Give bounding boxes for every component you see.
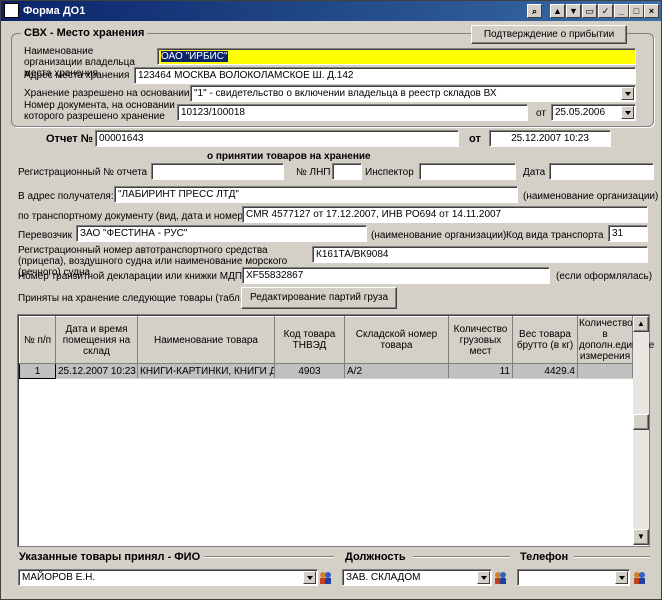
accepted-value: МАЙОРОВ Е.Н. xyxy=(22,572,96,583)
basis-label: Хранение разрешено на основании xyxy=(24,88,190,99)
chevron-down-icon[interactable] xyxy=(615,571,628,584)
inspector-label: Инспектор xyxy=(365,167,414,178)
vertical-scrollbar[interactable]: ▲ ▼ xyxy=(633,316,649,545)
app-icon xyxy=(4,3,19,18)
transit-label: Номер транзитной декларации или книжки М… xyxy=(18,271,243,282)
table-cell[interactable]: 4429.4 xyxy=(512,363,578,379)
carrier-hint: (наименование организации) xyxy=(371,230,507,241)
goods-label: Приняты на хранение следующие товары (та… xyxy=(18,293,246,304)
regnum-label: Регистрационный № отчета xyxy=(18,167,148,178)
org-field[interactable]: ОАО "ИРБИС" xyxy=(157,48,636,65)
report-from-label: от xyxy=(469,133,481,145)
col-header-places[interactable]: Количество грузовых мест xyxy=(448,316,513,364)
table-cell[interactable] xyxy=(577,363,633,379)
chevron-down-icon[interactable] xyxy=(477,571,490,584)
position-select[interactable]: ЗАВ. СКЛАДОМ xyxy=(342,569,492,586)
separator xyxy=(204,556,334,558)
people-icon[interactable] xyxy=(319,571,332,584)
docdate-field[interactable]: 25.05.2006 xyxy=(551,104,636,121)
scroll-up-icon[interactable]: ▲ xyxy=(633,316,649,332)
chevron-down-icon[interactable] xyxy=(621,87,634,100)
basis-select[interactable]: "1" - свидетельство о включении владельц… xyxy=(190,85,636,102)
address-label: Адрес места хранения xyxy=(24,70,130,81)
transit-field[interactable]: XF55832867 xyxy=(242,267,550,284)
inspector-field[interactable] xyxy=(419,163,516,180)
transport-doc-label: по транспортному документу (вид, дата и … xyxy=(18,211,247,222)
accepted-select[interactable]: МАЙОРОВ Е.Н. xyxy=(18,569,318,586)
col-header-datetime[interactable]: Дата и время помещения на склад xyxy=(55,316,138,364)
transport-code-label: Код вида транспорта xyxy=(506,230,604,241)
table-cell[interactable]: 25.12.2007 10:23 xyxy=(55,363,138,379)
date-field[interactable] xyxy=(549,163,654,180)
transport-doc-field[interactable]: CMR 4577127 от 17.12.2007, ИНВ РО694 от … xyxy=(242,206,648,223)
docnum-field[interactable]: 10123/100018 xyxy=(177,104,528,121)
table-cell[interactable]: A/2 xyxy=(344,363,449,379)
lnp-field[interactable] xyxy=(332,163,362,180)
position-title: Должность xyxy=(345,551,406,563)
table-cell[interactable]: 1 xyxy=(19,363,56,379)
minimize-button[interactable]: _ xyxy=(614,4,629,18)
col-header-extra-qty[interactable]: Количество в дополн.единице измерения xyxy=(577,316,654,364)
date-label: Дата xyxy=(523,167,546,178)
table-row[interactable]: 1 25.12.2007 10:23 КНИГИ-КАРТИНКИ, КНИГИ… xyxy=(19,363,633,379)
window-title: Форма ДО1 xyxy=(23,5,86,17)
maximize-button[interactable]: □ xyxy=(629,4,644,18)
chevron-down-icon[interactable] xyxy=(621,106,634,119)
close-button[interactable]: × xyxy=(644,4,659,18)
address-field[interactable]: 123464 МОСКВА ВОЛОКОЛАМСКОЕ Ш. Д.142 xyxy=(134,67,636,84)
docdate-value: 25.05.2006 xyxy=(555,107,606,118)
phone-select[interactable] xyxy=(517,569,630,586)
confirm-arrival-button[interactable]: Подтверждение о прибытии xyxy=(471,25,627,44)
org-value: ОАО "ИРБИС" xyxy=(161,51,228,62)
people-icon[interactable] xyxy=(633,571,646,584)
chevron-down-icon[interactable] xyxy=(303,571,316,584)
phone-title: Телефон xyxy=(520,551,569,563)
vehicle-field[interactable]: К161ТА/ВК9084 xyxy=(312,246,648,263)
report-label: Отчет № xyxy=(46,133,94,145)
col-header-weight[interactable]: Вес товара брутто (в кг) xyxy=(512,316,578,364)
docnum-label: Номер документа, на основании которого р… xyxy=(24,100,175,122)
scroll-down-icon[interactable]: ▼ xyxy=(633,529,649,545)
svh-group-title: СВХ - Место хранения xyxy=(21,27,148,39)
report-subtitle: о принятии товаров на хранение xyxy=(207,151,371,162)
table-cell[interactable]: 11 xyxy=(448,363,513,379)
receiver-hint: (наименование организации) xyxy=(523,191,659,202)
position-value: ЗАВ. СКЛАДОМ xyxy=(346,572,421,583)
regnum-field[interactable] xyxy=(151,163,284,180)
search-icon[interactable]: ⌕ xyxy=(527,4,542,18)
report-number-field[interactable]: 00001643 xyxy=(95,130,459,147)
separator xyxy=(574,556,650,558)
accepted-title: Указанные товары принял - ФИО xyxy=(19,551,201,563)
transit-hint: (если оформлялась) xyxy=(556,271,653,282)
carrier-label: Перевозчик xyxy=(18,230,72,241)
carrier-field[interactable]: ЗАО "ФЕСТИНА - РУС" xyxy=(76,225,367,242)
col-header-warehouse-num[interactable]: Складской номер товара xyxy=(344,316,449,364)
col-header-name[interactable]: Наименование товара xyxy=(137,316,275,364)
col-header-num[interactable]: № п/п xyxy=(19,316,56,364)
basis-value: "1" - свидетельство о включении владельц… xyxy=(194,88,497,99)
form-window: Форма ДО1 ⌕ ▲ ▼ ▭ ✓ _ □ × СВХ - Место хр… xyxy=(0,0,662,600)
table-cell[interactable]: КНИГИ-КАРТИНКИ, КНИГИ Д xyxy=(137,363,275,379)
table-cell[interactable]: 4903 xyxy=(274,363,345,379)
goods-table: № п/п Дата и время помещения на склад На… xyxy=(19,316,654,379)
transport-code-field[interactable]: 31 xyxy=(608,225,648,242)
docdate-from-label: от xyxy=(536,108,546,119)
arrow-up-icon[interactable]: ▲ xyxy=(550,4,565,18)
people-icon[interactable] xyxy=(494,571,507,584)
goods-table-container: № п/п Дата и время помещения на склад На… xyxy=(17,314,654,547)
col-header-code[interactable]: Код товара ТНВЭД xyxy=(274,316,345,364)
report-date-field[interactable]: 25.12.2007 10:23 xyxy=(489,130,611,147)
edit-lots-button[interactable]: Редактирование партий груза xyxy=(241,287,397,309)
scroll-thumb[interactable] xyxy=(633,414,649,430)
receiver-field[interactable]: "ЛАБИРИНТ ПРЕСС ЛТД" xyxy=(114,186,518,203)
arrow-down-icon[interactable]: ▼ xyxy=(566,4,581,18)
separator xyxy=(413,556,510,558)
print-icon[interactable]: ▭ xyxy=(582,4,597,18)
receiver-label: В адрес получателя: xyxy=(18,191,114,202)
title-bar: Форма ДО1 ⌕ ▲ ▼ ▭ ✓ _ □ × xyxy=(1,1,661,21)
lnp-label: № ЛНП xyxy=(296,167,331,178)
check-icon[interactable]: ✓ xyxy=(598,4,613,18)
